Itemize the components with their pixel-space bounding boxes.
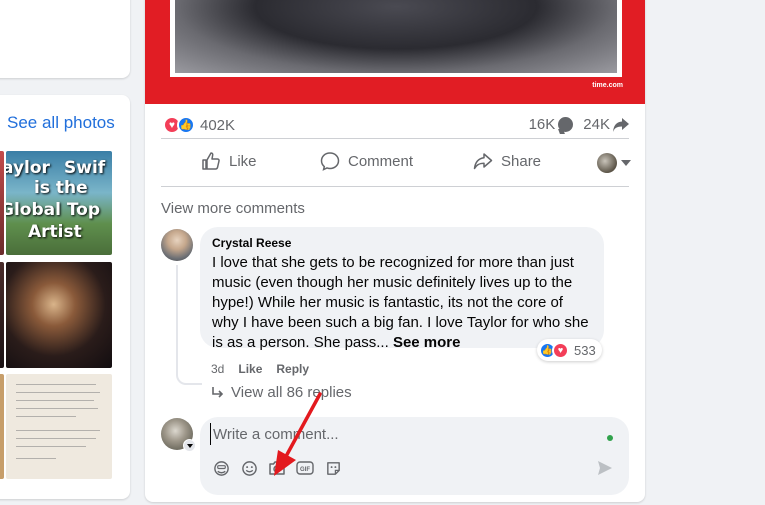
reactions-count: 402K [200,116,236,134]
view-replies-label: View all 86 replies [231,384,352,401]
shares-stat[interactable]: 24K [583,116,629,133]
composer-toolbar: GIF [212,459,342,477]
letter-line [16,384,96,385]
share-arrow-icon [613,117,629,132]
see-more-link[interactable]: See more [393,334,461,351]
thumb-text-line: is the [34,178,88,198]
reply-thread-line [176,265,202,385]
letter-line [16,392,100,393]
online-status-dot [607,435,613,441]
view-replies-link[interactable]: View all 86 replies [211,384,352,401]
like-label: Like [229,152,257,170]
comment-reactions[interactable]: 👍 ♥ 533 [537,339,602,361]
photo-thumbnail[interactable] [0,151,4,255]
reaction-summary[interactable]: ♥ 👍 402K [163,116,235,134]
like-reaction-icon: 👍 [177,116,195,134]
svg-text:GIF: GIF [300,467,310,473]
comment-as-selector[interactable] [597,153,631,173]
thumb-text-line: aylor [6,158,50,178]
photo-thumbnail[interactable] [0,374,4,479]
comment-icon [320,152,340,171]
comment-like-button[interactable]: Like [238,362,262,376]
profile-avatar [597,153,617,173]
share-label: Share [501,152,542,170]
commenter-avatar[interactable] [161,229,193,261]
post-actions: Like Comment Share [161,144,629,180]
comment-button[interactable]: Comment [320,151,413,171]
avatar-sticker-icon[interactable] [212,459,230,477]
post-photo [175,0,617,73]
comment-time[interactable]: 3d [211,362,224,376]
letter-line [16,416,76,417]
thumbs-up-icon [202,152,220,170]
image-credit: time.com [592,82,623,89]
divider [161,138,629,139]
photo-thumbnail-letter[interactable] [6,374,112,479]
sticker-icon[interactable] [324,459,342,477]
letter-line [16,400,94,401]
photos-card: See all photos aylor Swif is the Global … [0,95,130,499]
letter-line [16,446,86,447]
letter-line [16,438,96,439]
thumb-text-line: Artist [28,222,82,242]
comments-count: 16K [528,116,556,133]
avatar-chevron-down-icon[interactable] [183,439,196,452]
left-card-top [0,0,130,78]
letter-line [16,458,56,459]
camera-icon[interactable] [268,459,286,477]
comment-text: I love that she gets to be recognized fo… [212,253,592,353]
comment-input[interactable] [210,423,590,445]
comment-label: Comment [348,152,414,170]
comment-reply-button[interactable]: Reply [276,362,309,376]
thumb-text-line: Swif [64,158,106,178]
comment-bubble: Crystal Reese I love that she gets to be… [200,227,604,351]
comment-author[interactable]: Crystal Reese [212,235,592,251]
view-more-comments-link[interactable]: View more comments [161,200,305,217]
post-card: time.com ♥ 👍 402K 16K 24K Like Comment S… [145,0,645,502]
chevron-down-icon [621,160,631,166]
comments-stat[interactable]: 16K [529,116,574,133]
post-stats: 16K 24K [529,116,629,133]
gif-icon[interactable]: GIF [296,459,314,477]
post-image[interactable]: time.com [145,0,645,104]
emoji-icon[interactable] [240,459,258,477]
photo-thumbnail-global-top-artist[interactable]: aylor Swif is the Global Top Artist [6,151,112,255]
comment-bubble-icon [558,117,574,132]
photo-thumbnail-couple[interactable] [6,262,112,368]
share-button[interactable]: Share [473,151,541,171]
see-all-photos-link[interactable]: See all photos [7,113,115,133]
comment-reaction-count: 533 [574,342,596,358]
reply-arrow-icon [212,386,224,398]
shares-count: 24K [583,116,610,133]
share-icon [473,153,493,170]
send-icon[interactable] [597,460,613,476]
comment-meta: 3d Like Reply [211,362,309,376]
love-reaction-icon: ♥ [552,341,569,359]
like-button[interactable]: Like [201,151,257,171]
letter-line [16,408,98,409]
photo-thumbnail[interactable] [0,262,4,368]
divider [161,186,629,187]
thumb-text-line: Global Top [6,200,101,220]
comment-composer: GIF [200,417,629,495]
letter-line [16,430,100,431]
